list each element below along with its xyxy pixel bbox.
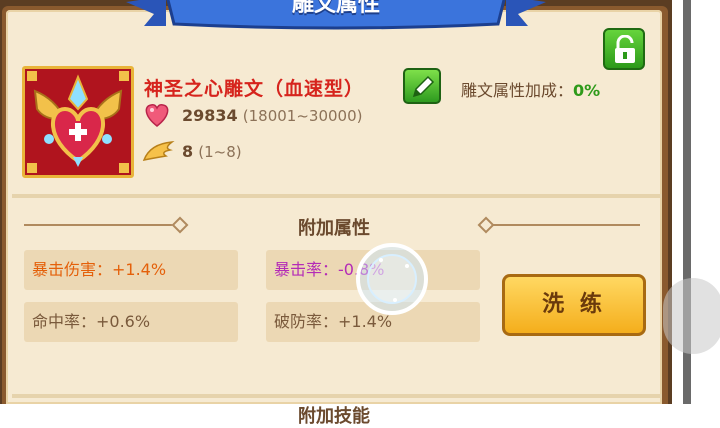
attr-hit-rate: 命中率：+0.6% <box>24 302 238 342</box>
side-float-button[interactable] <box>663 278 720 354</box>
window-title: 雕文属性 <box>291 0 380 17</box>
section-title-extra-skills: 附加技能 <box>298 406 370 427</box>
section-divider-bottom <box>12 394 662 398</box>
sacred-heart-glyph-icon <box>27 71 129 173</box>
hp-value: 29834 <box>182 106 238 125</box>
glyph-bonus: 雕文属性加成：0% <box>461 77 600 101</box>
lock-button[interactable] <box>603 28 645 70</box>
sparkle-effect-icon <box>356 243 428 315</box>
wing-icon <box>142 141 175 162</box>
rename-button[interactable] <box>403 68 441 104</box>
section-divider <box>12 194 662 198</box>
pencil-icon <box>412 75 435 98</box>
section-title-extra-attributes: 附加属性 <box>298 218 370 239</box>
section-deco-line-right <box>492 224 640 226</box>
refine-button[interactable]: 洗 练 <box>502 274 646 336</box>
glyph-bonus-label: 雕文属性加成： <box>461 81 574 100</box>
attr-crit-rate-label: 暴击率： <box>274 260 339 279</box>
level-value: 8 <box>182 142 194 161</box>
glyph-bonus-value: 0% <box>573 81 601 100</box>
glyph-panel: 雕文属性 神圣之心雕文（血速型） 雕文属性加成：0% 29834 (18001~… <box>6 0 662 427</box>
unlock-icon <box>615 35 635 63</box>
glyph-name: 神圣之心雕文（血速型） <box>144 78 365 100</box>
attr-crit-damage: 暴击伤害：+1.4% <box>24 250 238 290</box>
title-banner: 雕文属性 <box>126 0 546 38</box>
glyph-item-icon[interactable] <box>22 66 134 178</box>
hp-range: (18001~30000) <box>242 107 363 125</box>
level-range: (1~8) <box>198 143 242 161</box>
window-frame: 雕文属性 神圣之心雕文（血速型） 雕文属性加成：0% 29834 (18001~… <box>0 0 672 427</box>
heart-icon <box>145 104 169 127</box>
